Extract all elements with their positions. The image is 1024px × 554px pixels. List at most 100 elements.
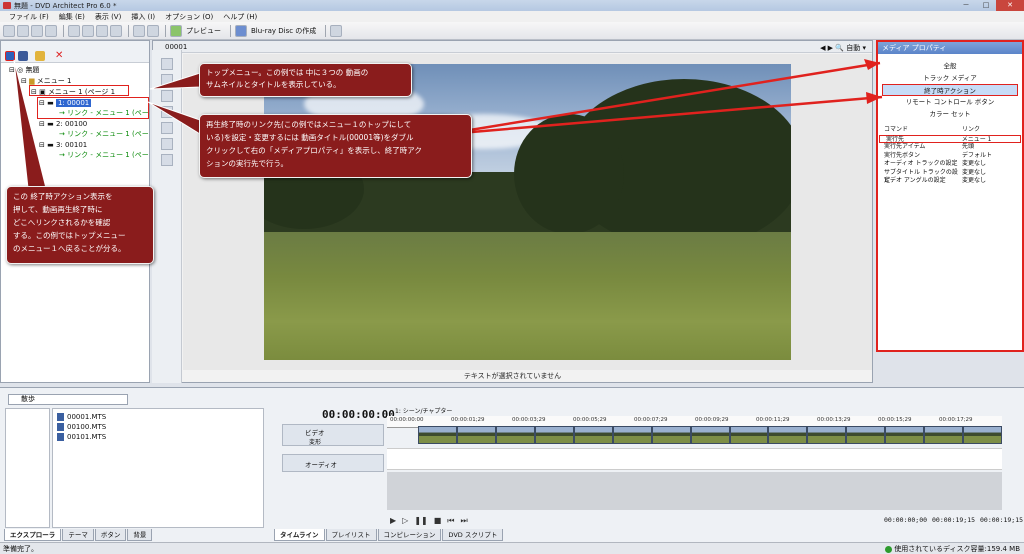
property-value[interactable]: 変更なし [962, 169, 1022, 178]
tree-root-label: 無題 [25, 66, 40, 74]
tab-timeline[interactable]: タイムライン [274, 529, 325, 541]
add-icon[interactable] [35, 51, 45, 61]
tree-root[interactable]: ⊟ ◎ 無題 [9, 65, 39, 75]
undo-icon[interactable] [133, 24, 145, 37]
tab-remote-buttons[interactable]: リモート コントロール ボタン [878, 96, 1022, 108]
tab-playlist[interactable]: プレイリスト [325, 529, 377, 541]
new-icon[interactable] [3, 24, 15, 37]
menu-edit[interactable]: 編集 (E) [54, 12, 90, 22]
list-item[interactable]: 00100.MTS [57, 422, 106, 432]
tab-dvd-script[interactable]: DVD スクリプト [442, 529, 504, 541]
preview-icon[interactable] [170, 24, 182, 37]
ruler-tick: 00:00:01;29 [451, 417, 485, 423]
tab-end-action[interactable]: 終了時アクション [882, 84, 1018, 96]
clip-thumbnail [496, 427, 534, 443]
property-value[interactable]: 変更なし [962, 177, 1022, 186]
open-icon[interactable] [17, 24, 29, 37]
video-file-icon [57, 433, 64, 441]
menu-view[interactable]: 表示 (V) [90, 12, 126, 22]
tree-item-3[interactable]: ⊟ ▬ 3: 00101 [39, 140, 87, 150]
property-row[interactable]: 実行先アイテム 先頭 [878, 143, 1022, 152]
burn-disc-button-label[interactable]: Blu-ray Disc の作成 [251, 26, 316, 36]
select-tool-icon[interactable] [161, 58, 173, 70]
paste-icon[interactable] [96, 24, 108, 37]
maximize-button[interactable]: □ [976, 0, 996, 11]
property-value[interactable]: デフォルト [962, 152, 1022, 161]
play-from-start-icon[interactable]: ▷ [402, 516, 408, 526]
tab-compilation[interactable]: コンピレーション [377, 529, 442, 541]
timeline-tabs: タイムライン プレイリスト コンピレーション DVD スクリプト [274, 529, 504, 541]
property-row[interactable]: サブタイトル トラックの設定 変更なし [878, 169, 1022, 185]
menu-file[interactable]: ファイル (F) [4, 12, 54, 22]
main-toolbar: プレビュー Blu-ray Disc の作成 [0, 22, 1024, 40]
tab-general[interactable]: 全般 [878, 60, 1022, 72]
button-view-icon[interactable] [18, 51, 28, 61]
property-row[interactable]: ビデオ アングルの設定 変更なし [878, 177, 1022, 186]
delete-icon[interactable] [110, 24, 122, 37]
end-action-view-icon[interactable] [5, 51, 15, 61]
remove-icon[interactable]: ✕ [55, 51, 65, 61]
minimize-button[interactable]: － [956, 0, 976, 11]
prev-frame-icon[interactable]: ⏮ [447, 516, 454, 526]
center-tool-icon[interactable] [161, 138, 173, 150]
tab-buttons[interactable]: ボタン [94, 529, 127, 541]
redo-icon[interactable] [147, 24, 159, 37]
window-controls: － □ ✕ [956, 0, 1024, 11]
burn-disc-icon[interactable] [235, 24, 247, 37]
cut-icon[interactable] [68, 24, 80, 37]
property-row[interactable]: 実行先ボタン デフォルト [878, 152, 1022, 161]
property-row[interactable]: オーディオ トラックの設定 変更なし [878, 160, 1022, 169]
audio-track-header[interactable]: オーディオ [282, 454, 384, 472]
menu-options[interactable]: オプション (O) [160, 12, 218, 22]
audio-clip-area[interactable] [387, 448, 1002, 470]
tab-themes[interactable]: テーマ [62, 529, 94, 541]
next-frame-icon[interactable]: ⏭ [460, 516, 467, 526]
move-tool-icon[interactable] [161, 74, 173, 86]
play-icon[interactable]: ▶ [390, 516, 396, 526]
folder-tree[interactable] [5, 408, 50, 528]
video-track-header[interactable]: ビデオ 変形 [282, 424, 384, 446]
align-tool-icon[interactable] [161, 90, 173, 102]
property-row[interactable]: 実行先 メニュー 1 [879, 134, 1021, 143]
list-item[interactable]: 00101.MTS [57, 432, 106, 442]
folder-select[interactable]: 散歩 [8, 394, 128, 405]
zoom-select[interactable]: ◀ ▶ 🔍 自動 ▾ [820, 42, 866, 54]
save-icon[interactable] [31, 24, 43, 37]
stop-icon[interactable]: ■ [434, 516, 442, 526]
preview-tab[interactable]: 00001 ◀ ▶ 🔍 自動 ▾ [153, 41, 872, 53]
tab-color-set[interactable]: カラー セット [878, 108, 1022, 120]
property-value[interactable]: 変更なし [962, 160, 1022, 169]
size-tool-icon[interactable] [161, 122, 173, 134]
distribute-tool-icon[interactable] [161, 106, 173, 118]
menu-insert[interactable]: 挿入 (I) [126, 12, 160, 22]
video-clip[interactable] [418, 426, 1002, 444]
tab-backgrounds[interactable]: 背景 [127, 529, 153, 541]
pause-icon[interactable]: ❚❚ [414, 516, 427, 526]
video-preview-image[interactable] [264, 64, 791, 360]
window-title: 無題 - DVD Architect Pro 6.0 * [14, 1, 117, 10]
close-button[interactable]: ✕ [996, 0, 1024, 11]
tab-track-media[interactable]: トラック メディア [878, 72, 1022, 84]
property-value[interactable]: 先頭 [962, 143, 1022, 152]
menu-help[interactable]: ヘルプ (H) [218, 12, 262, 22]
tree-item-2-link[interactable]: → リンク - メニュー 1 (ペー [59, 129, 149, 139]
preview-button-label[interactable]: プレビュー [186, 26, 221, 36]
timeline-empty-area[interactable] [387, 472, 1002, 510]
clip-thumbnail [691, 427, 729, 443]
clip-thumbnail [886, 427, 924, 443]
disk-usage: 使用されているディスク容量:159.4 MB [885, 543, 1020, 554]
highlight-page1 [29, 85, 129, 96]
clip-thumbnail [769, 427, 807, 443]
tab-explorer[interactable]: エクスプローラ [4, 529, 62, 541]
properties-icon[interactable] [45, 24, 57, 37]
property-value[interactable]: メニュー 1 [962, 136, 1020, 143]
grid-tool-icon[interactable] [161, 154, 173, 166]
property-value[interactable]: リンク [962, 126, 1022, 135]
file-list: 00001.MTS 00100.MTS 00101.MTS [52, 408, 264, 528]
copy-icon[interactable] [82, 24, 94, 37]
optimize-icon[interactable] [330, 24, 343, 37]
chapter-marker[interactable]: 1: シーン/チャプター [395, 406, 452, 415]
list-item[interactable]: 00001.MTS [57, 412, 106, 422]
tree-item-3-link[interactable]: → リンク - メニュー 1 (ペー [59, 150, 149, 160]
tree-item-2[interactable]: ⊟ ▬ 2: 00100 [39, 119, 87, 129]
